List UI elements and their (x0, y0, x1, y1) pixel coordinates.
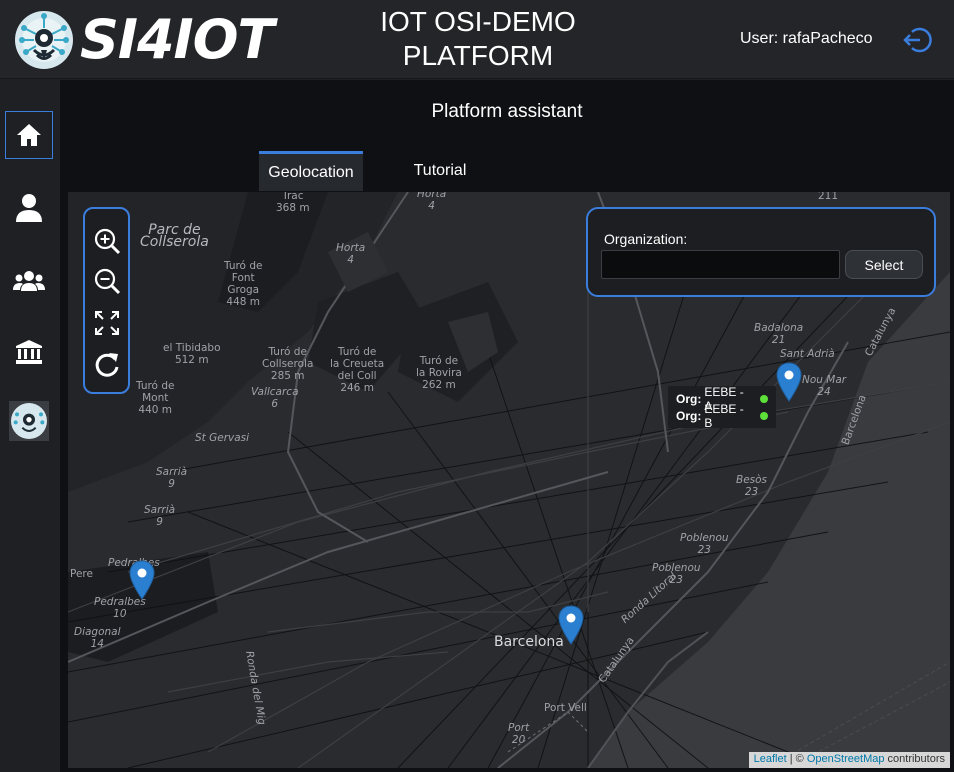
map-label-st-gervasi: St Gervasi (195, 432, 250, 444)
bank-icon (16, 340, 42, 364)
map-label-mont: Turó de Mont 440 m (136, 380, 175, 416)
status-online-icon (760, 394, 768, 403)
map-label-turo-fonts: Turó de Font Groga 448 m (224, 260, 263, 308)
osm-link[interactable]: OpenStreetMap (807, 753, 885, 765)
map-label-barcelona: Barcelona (494, 634, 564, 650)
map-label-rovira: Turó de la Rovira 262 m (416, 355, 462, 391)
organization-input[interactable] (601, 250, 840, 279)
logo-text: SI4IOT (80, 8, 274, 71)
select-button[interactable]: Select (845, 250, 923, 279)
map-label-nou-mar: Nou Mar 24 (802, 374, 847, 398)
page-title: Platform assistant (431, 101, 583, 122)
map-label-sarria-b: Sarrià 9 (144, 504, 176, 528)
map-label-horta: Horta 4 (336, 242, 366, 266)
map-marker-pedralbes[interactable] (129, 560, 155, 600)
map-marker-barcelona[interactable] (558, 605, 584, 645)
map[interactable]: Parc de Collserola Turó de Font Groga 44… (68, 192, 950, 768)
app-title: IOT OSI-DEMO PLATFORM (340, 5, 616, 73)
attribution-suffix: contributors (884, 753, 945, 765)
leaflet-link[interactable]: Leaflet (754, 753, 787, 765)
map-controls (83, 207, 130, 394)
map-label-poblenou-a: Poblenou 23 (680, 532, 729, 556)
sidebar-item-user[interactable] (5, 184, 53, 232)
map-label-creueta: Turó de la Creueta del Coll 246 m (330, 346, 385, 394)
zoom-in-icon[interactable] (93, 227, 121, 255)
tooltip-key: Org: (676, 408, 702, 423)
map-label-211: 211 (818, 192, 839, 202)
sidebar-item-si4iot[interactable] (5, 397, 53, 445)
sidebar-item-groups[interactable] (5, 257, 53, 305)
map-label-horta-top: Horta 4 (417, 192, 447, 212)
users-icon (13, 271, 45, 291)
organization-panel: Organization: Select (586, 207, 936, 297)
app-root: SI4IOT IOT OSI-DEMO PLATFORM User: rafaP… (0, 0, 954, 772)
map-label-sarria-a: Sarrià 9 (156, 466, 188, 490)
tooltip-value: EEBE - B (704, 401, 744, 430)
map-label-port: Port 20 (508, 722, 530, 746)
tooltip-row: Org: EEBE - B (676, 402, 768, 430)
header: SI4IOT IOT OSI-DEMO PLATFORM User: rafaP… (0, 0, 954, 79)
reset-icon[interactable] (93, 351, 121, 379)
map-label-tibidabo: el Tibidabo 512 m (163, 342, 221, 366)
map-label-diagonal: Diagonal 14 (74, 626, 121, 650)
logo[interactable]: SI4IOT (14, 9, 274, 71)
si4iot-logo-icon (15, 11, 73, 69)
sidebar (0, 80, 60, 772)
sidebar-item-home[interactable] (5, 111, 53, 159)
user-label: User: rafaPacheco (740, 30, 873, 47)
tab-geolocation[interactable]: Geolocation (259, 151, 363, 191)
tooltip-key: Org: (676, 391, 702, 406)
map-attribution: Leaflet | © OpenStreetMap contributors (748, 752, 950, 768)
map-label-badalona: Badalona 21 (754, 322, 804, 346)
map-label-vallcarca: Vallcarca 6 (251, 386, 299, 410)
organization-label: Organization: (604, 231, 688, 247)
map-label-sant-adria: Sant Adrià (780, 348, 835, 360)
map-label-besos: Besòs 23 (736, 474, 768, 498)
fullscreen-icon[interactable] (93, 309, 121, 337)
app-title-line2: PLATFORM (402, 40, 554, 71)
map-marker-eebe[interactable] (776, 362, 802, 402)
attribution-sep: | © (786, 753, 807, 765)
app-title-line1: IOT OSI-DEMO (380, 6, 576, 37)
tab-tutorial[interactable]: Tutorial (387, 151, 493, 191)
si4iot-logo-icon (9, 401, 49, 441)
home-icon (17, 124, 41, 146)
status-online-icon (760, 411, 768, 420)
logout-icon[interactable] (902, 26, 932, 54)
user-icon (16, 194, 42, 222)
map-label-pere: Pere (70, 568, 93, 580)
map-label-port-vell: Port Vell (544, 702, 587, 714)
zoom-out-icon[interactable] (93, 267, 121, 295)
map-label-turo-collserola: Turó de Collserola 285 m (262, 346, 314, 382)
map-label-trac: Trac 368 m (276, 192, 310, 214)
sidebar-item-organizations[interactable] (5, 328, 53, 376)
organization-tooltip: Org: EEBE - A Org: EEBE - B (668, 385, 776, 430)
map-label-parc: Parc de Collserola (140, 222, 209, 250)
